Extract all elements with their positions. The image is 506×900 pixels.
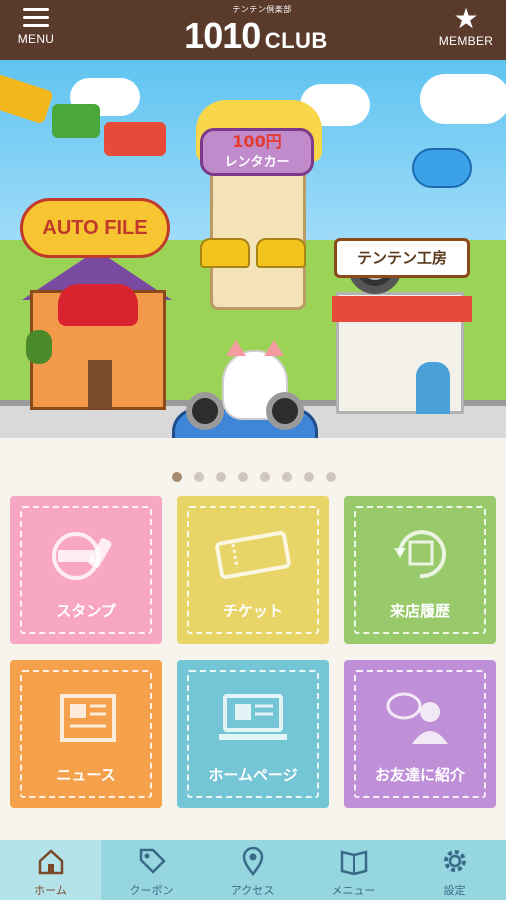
tile-label: チケット [222, 602, 283, 620]
bottom-tab-bar: ホーム クーポン アクセス メニュー 設定 [0, 840, 506, 900]
member-label: MEMBER [438, 34, 494, 48]
carousel-dot[interactable] [194, 472, 204, 482]
home-icon [38, 849, 63, 875]
app-logo: テンテン倶楽部 1010 CLUB [168, 4, 344, 56]
shop-history-icon [394, 530, 446, 579]
coupon-tag-icon [139, 848, 166, 874]
logo-number: 1010 [184, 15, 261, 56]
tab-label: クーポン [129, 884, 174, 897]
airplane-illustration [412, 148, 472, 188]
tile-label: スタンプ [56, 602, 116, 620]
wheel [186, 392, 224, 430]
carousel-indicator [172, 472, 342, 482]
tab-label: アクセス [230, 884, 275, 897]
tab-label: メニュー [331, 884, 376, 897]
tab-menu[interactable]: メニュー [303, 840, 404, 900]
tab-coupon[interactable]: クーポン [101, 840, 202, 900]
ticket-tile[interactable]: チケット [177, 496, 329, 644]
tile-label: ホームページ [208, 766, 298, 784]
menu-book-icon [340, 850, 367, 876]
logo-subtitle: テンテン倶楽部 [232, 5, 292, 14]
rental-tower [210, 160, 306, 310]
tab-settings[interactable]: 設定 [404, 840, 505, 900]
carousel-dot[interactable] [260, 472, 270, 482]
carousel-dot[interactable] [282, 472, 292, 482]
tab-label: 設定 [443, 884, 466, 897]
train-car [52, 104, 100, 138]
autofile-sign: AUTO FILE [20, 198, 170, 258]
cloud [420, 74, 506, 124]
newspaper-icon [60, 694, 116, 742]
rental-price: 100円 [232, 132, 282, 151]
app-header: MENU テンテン倶楽部 1010 CLUB ★ MEMBER [0, 0, 506, 60]
tile-label: お友達に紹介 [374, 766, 465, 784]
plant-icon [26, 330, 52, 364]
homepage-tile[interactable]: ホームページ [177, 660, 329, 808]
train-car [0, 73, 54, 125]
hamburger-icon [23, 8, 49, 28]
tab-label: ホーム [34, 884, 67, 897]
star-icon: ★ [453, 2, 479, 35]
tab-home[interactable]: ホーム [0, 840, 101, 900]
wheel [266, 392, 304, 430]
koubou-door [416, 362, 450, 414]
tile-label: 来店履歴 [389, 602, 450, 620]
ticket-icon [215, 530, 291, 580]
rental-label: レンタカー [224, 155, 290, 170]
computer-icon [219, 694, 287, 740]
stamp-tile[interactable]: スタンプ [10, 496, 162, 644]
menu-button[interactable]: MENU [10, 6, 62, 54]
train-locomotive [104, 122, 166, 156]
tab-access[interactable]: アクセス [202, 840, 303, 900]
news-tile[interactable]: ニュース [10, 660, 162, 808]
autofile-door [88, 360, 112, 410]
carousel-dot[interactable] [238, 472, 248, 482]
logo-club: CLUB [264, 28, 328, 53]
yellow-car-illustration [256, 238, 306, 268]
menu-label: MENU [17, 32, 55, 46]
rental-sign: 100円 レンタカー [200, 128, 314, 176]
koubou-roof [332, 296, 472, 322]
carousel-dot[interactable] [326, 472, 336, 482]
friends-icon [386, 692, 448, 744]
red-car-illustration [58, 284, 138, 326]
carousel-dot[interactable] [216, 472, 226, 482]
hero-banner[interactable]: AUTO FILE 100円 レンタカー テンテン工房 [0, 60, 506, 438]
carousel-dot[interactable] [304, 472, 314, 482]
member-button[interactable]: ★ MEMBER [434, 4, 498, 54]
carousel-dot[interactable] [172, 472, 182, 482]
stamp-icon [52, 532, 112, 580]
tile-label: ニュース [56, 766, 116, 784]
koubou-sign: テンテン工房 [334, 238, 470, 278]
location-pin-icon [242, 846, 263, 877]
yellow-car-illustration [200, 238, 250, 268]
visit-history-tile[interactable]: 来店履歴 [344, 496, 496, 644]
gear-icon [443, 850, 466, 872]
invite-friends-tile[interactable]: お友達に紹介 [344, 660, 496, 808]
